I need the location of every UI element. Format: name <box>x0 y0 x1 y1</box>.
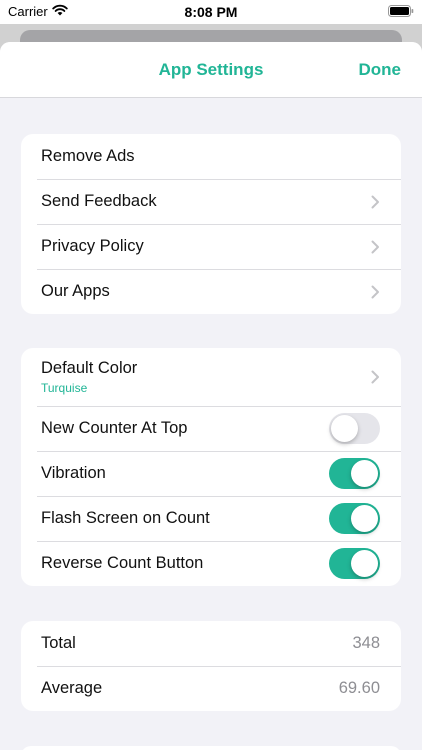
preferences-group: Default Color Turquise New Counter At To… <box>21 348 401 586</box>
flash-screen-label: Flash Screen on Count <box>41 509 210 527</box>
reverse-count-button-label: Reverse Count Button <box>41 554 204 572</box>
toggle-knob <box>351 460 378 487</box>
status-bar: Carrier 8:08 PM <box>0 0 422 24</box>
privacy-policy-label: Privacy Policy <box>41 237 144 255</box>
reverse-count-button-row: Reverse Count Button <box>21 541 401 586</box>
chevron-right-icon <box>371 195 379 208</box>
chevron-right-icon <box>371 285 379 298</box>
send-feedback-row[interactable]: Send Feedback <box>21 179 401 224</box>
battery-icon <box>388 5 414 17</box>
settings-sheet: App Settings Done Remove Ads Send Feedba… <box>0 42 422 750</box>
remove-ads-row[interactable]: Remove Ads <box>21 134 401 179</box>
send-feedback-label: Send Feedback <box>41 192 157 210</box>
flash-screen-row: Flash Screen on Count <box>21 496 401 541</box>
reverse-count-button-toggle[interactable] <box>329 548 380 579</box>
total-label: Total <box>41 634 76 652</box>
average-row: Average 69.60 <box>21 666 401 711</box>
vibration-row: Vibration <box>21 451 401 496</box>
statistics-group: Total 348 Average 69.60 <box>21 621 401 711</box>
new-counter-at-top-row: New Counter At Top <box>21 406 401 451</box>
done-button[interactable]: Done <box>359 60 402 80</box>
toggle-knob <box>351 505 378 532</box>
vibration-label: Vibration <box>41 464 106 482</box>
toggle-knob <box>331 415 358 442</box>
toggle-knob <box>351 550 378 577</box>
flash-screen-toggle[interactable] <box>329 503 380 534</box>
status-time: 8:08 PM <box>184 4 238 20</box>
privacy-policy-row[interactable]: Privacy Policy <box>21 224 401 269</box>
default-color-label: Default Color <box>41 359 138 377</box>
chevron-right-icon <box>371 370 379 384</box>
our-apps-label: Our Apps <box>41 282 110 300</box>
total-value: 348 <box>352 634 380 652</box>
total-row: Total 348 <box>21 621 401 666</box>
remove-ads-label: Remove Ads <box>41 147 135 165</box>
our-apps-row[interactable]: Our Apps <box>21 269 401 314</box>
navigation-bar: App Settings Done <box>0 42 422 98</box>
average-value: 69.60 <box>338 679 380 697</box>
new-counter-at-top-toggle[interactable] <box>329 413 380 444</box>
chevron-right-icon <box>371 240 379 253</box>
default-color-row[interactable]: Default Color Turquise <box>21 348 401 406</box>
general-settings-group: Remove Ads Send Feedback Privacy Policy … <box>21 134 401 314</box>
vibration-toggle[interactable] <box>329 458 380 489</box>
new-counter-at-top-label: New Counter At Top <box>41 419 188 437</box>
next-group-partial <box>21 746 401 750</box>
default-color-value: Turquise <box>41 381 88 395</box>
average-label: Average <box>41 679 103 697</box>
